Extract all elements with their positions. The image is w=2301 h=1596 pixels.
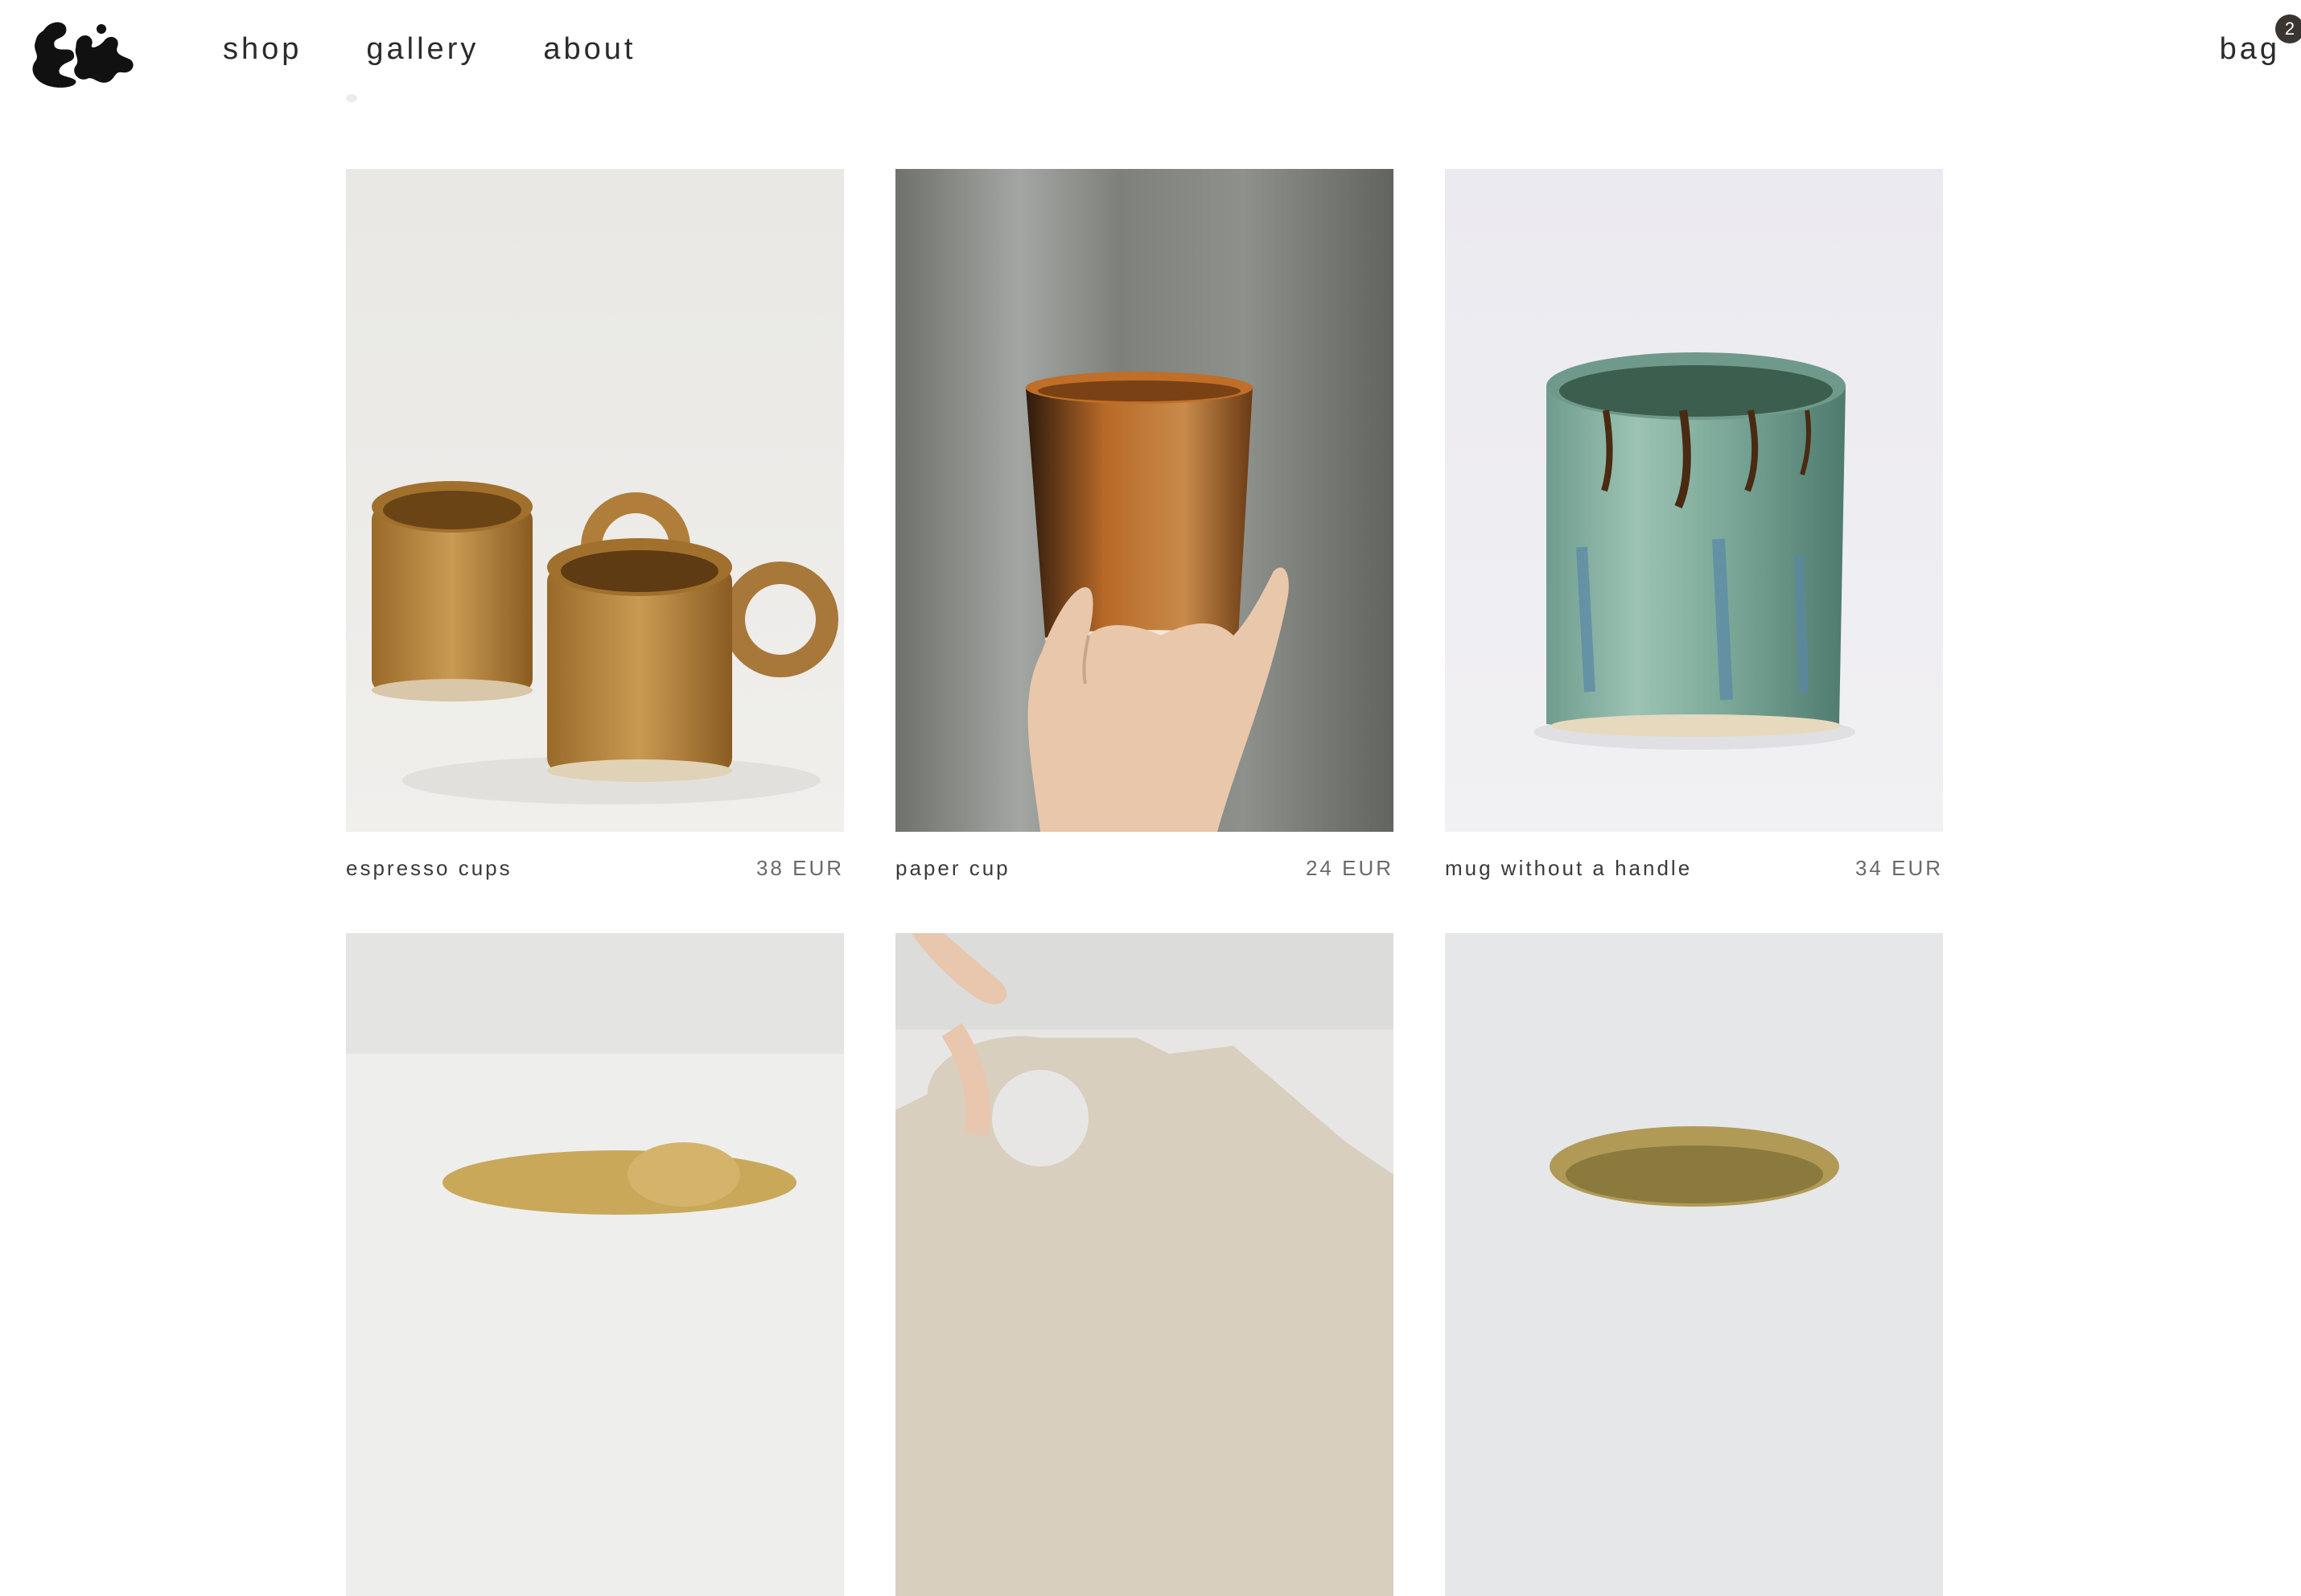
product-image-speckled-mug[interactable] — [895, 933, 1393, 1596]
product-price: 34 EUR — [1854, 855, 1943, 880]
nav-gallery-link[interactable]: gallery — [366, 32, 479, 67]
main-nav: shop gallery about — [223, 32, 700, 67]
product-image-mug-without-handle[interactable] — [1445, 169, 1943, 832]
product-card[interactable] — [346, 933, 844, 1596]
nav-shop-link[interactable]: shop — [223, 32, 302, 67]
product-name[interactable]: espresso cups — [346, 856, 512, 881]
product-image-yellow-mug[interactable] — [346, 933, 844, 1596]
product-card[interactable]: mug without a handle 34 EUR — [1445, 169, 1943, 903]
product-card[interactable]: espresso cups 38 EUR — [346, 169, 844, 903]
product-card[interactable] — [1445, 933, 1943, 1596]
product-name[interactable]: paper cup — [895, 856, 1011, 881]
bag-count-badge: 2 — [2275, 14, 2301, 43]
nav-about-link[interactable]: about — [543, 32, 636, 67]
product-name[interactable]: mug without a handle — [1445, 856, 1692, 881]
product-price: 24 EUR — [1305, 855, 1393, 880]
product-image-olive-bowl[interactable] — [1445, 933, 1943, 1596]
bag-button[interactable]: bag — [2220, 32, 2280, 67]
logo-icon[interactable] — [27, 16, 137, 90]
product-grid: espresso cups 38 EUR paper cup 24 EUR mu… — [346, 169, 1943, 1596]
product-card[interactable] — [895, 933, 1393, 1596]
product-card[interactable]: paper cup 24 EUR — [895, 169, 1393, 903]
product-image-espresso-cups[interactable] — [346, 169, 844, 832]
decorative-dot — [346, 94, 357, 102]
bag-label: bag — [2219, 32, 2280, 66]
product-image-paper-cup[interactable] — [895, 169, 1393, 832]
site-header: shop gallery about bag 2 — [0, 0, 2301, 105]
product-price: 38 EUR — [755, 855, 844, 880]
